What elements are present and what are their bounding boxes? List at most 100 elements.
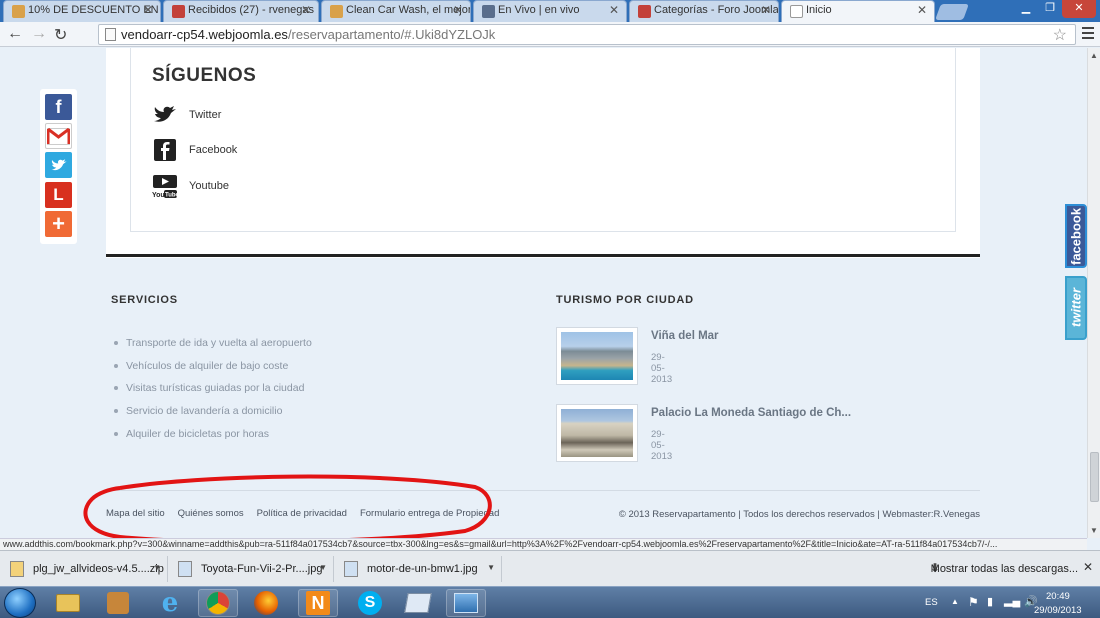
city-thumbnail[interactable] bbox=[556, 404, 638, 462]
media-player-icon[interactable] bbox=[98, 589, 138, 617]
browser-tab[interactable]: Clean Car Wash, el mejor ✕ bbox=[321, 0, 471, 22]
address-bar[interactable]: vendoarr-cp54.webjoomla.es/reservapartam… bbox=[98, 24, 1076, 45]
browser-tab[interactable]: En Vivo | en vivo ✕ bbox=[473, 0, 627, 22]
close-shelf-icon[interactable]: ✕ bbox=[1083, 560, 1093, 574]
svg-text:Tube: Tube bbox=[165, 193, 178, 199]
tab-close-icon[interactable]: ✕ bbox=[453, 3, 463, 17]
page-icon bbox=[105, 28, 116, 41]
facebook-side-tab[interactable]: facebook bbox=[1065, 204, 1087, 268]
chrome-icon[interactable] bbox=[198, 589, 238, 617]
back-arrow-icon[interactable]: ← bbox=[7, 25, 23, 43]
zip-file-icon bbox=[10, 561, 24, 577]
tab-title: En Vivo | en vivo bbox=[498, 4, 580, 16]
show-all-downloads-link[interactable]: Mostrar todas las descargas... bbox=[931, 563, 1078, 575]
tab-favicon-icon bbox=[482, 5, 495, 18]
tab-close-icon[interactable]: ✕ bbox=[761, 3, 771, 17]
tray-chevron-icon[interactable]: ▲ bbox=[951, 597, 959, 606]
servicio-link[interactable]: Servicio de lavandería a domicilio bbox=[114, 400, 312, 423]
network-icon[interactable]: ▮ bbox=[987, 595, 993, 608]
bookmark-star-icon[interactable]: ☆ bbox=[1053, 25, 1067, 45]
browser-tab[interactable]: Categorías - Foro Joomla! ✕ bbox=[629, 0, 779, 22]
menu-icon[interactable] bbox=[1082, 27, 1094, 42]
reload-icon[interactable]: ↻ bbox=[54, 25, 67, 45]
windows-taskbar: e N S ES ▲ ⚑ ▮ ▂▄ 🔊 20:49 29/09/2013 bbox=[0, 586, 1100, 618]
forward-arrow-icon[interactable]: → bbox=[31, 25, 47, 43]
bullet-icon bbox=[114, 386, 118, 391]
downloads-shelf: plg_jw_allvideos-v4.5....zip ▼ Toyota-Fu… bbox=[0, 550, 1100, 586]
minimize-button[interactable]: ▁ bbox=[1014, 0, 1038, 18]
page-scrollbar[interactable]: ▲ ▼ bbox=[1087, 48, 1100, 538]
city-thumbnail[interactable] bbox=[556, 327, 638, 385]
social-youtube-link[interactable]: You Tube Youtube bbox=[152, 174, 229, 198]
browser-tab[interactable]: 10% DE DESCUENTO EN T ✕ bbox=[3, 0, 161, 22]
tab-close-icon[interactable]: ✕ bbox=[609, 3, 619, 17]
firefox-icon[interactable] bbox=[246, 589, 286, 617]
tab-page-icon bbox=[790, 5, 803, 18]
footer-copyright: © 2013 Reservapartamento | Todos los der… bbox=[618, 509, 980, 520]
servicio-link[interactable]: Visitas turísticas guiadas por la ciudad bbox=[114, 377, 312, 400]
red-annotation-ellipse bbox=[83, 474, 492, 538]
chevron-down-icon[interactable]: ▼ bbox=[153, 563, 161, 572]
city-name[interactable]: Palacio La Moneda Santiago de Ch... bbox=[651, 407, 851, 419]
servicio-link[interactable]: Vehículos de alquiler de bajo coste bbox=[114, 355, 312, 378]
social-label: Youtube bbox=[189, 180, 229, 192]
tab-close-icon[interactable]: ✕ bbox=[917, 3, 927, 17]
share-sidebar: f L + bbox=[40, 89, 77, 244]
download-item[interactable]: motor-de-un-bmw1.jpg ▼ bbox=[334, 556, 502, 582]
tab-close-icon[interactable]: ✕ bbox=[301, 3, 311, 17]
social-label: Twitter bbox=[189, 109, 222, 121]
facebook-share-icon[interactable]: f bbox=[45, 94, 72, 120]
bullet-icon bbox=[114, 341, 118, 346]
chevron-down-icon[interactable]: ▼ bbox=[319, 563, 327, 572]
browser-tab[interactable]: Recibidos (27) - rvenegas ✕ bbox=[163, 0, 319, 22]
download-item[interactable]: Toyota-Fun-Vii-2-Pr....jpg ▼ bbox=[168, 556, 334, 582]
tab-favicon-icon bbox=[330, 5, 343, 18]
url-text: vendoarr-cp54.webjoomla.es/reservapartam… bbox=[121, 27, 496, 42]
restore-button[interactable]: ❐ bbox=[1038, 0, 1062, 18]
city-name[interactable]: Viña del Mar bbox=[651, 330, 719, 342]
start-button[interactable] bbox=[4, 588, 36, 618]
paint-icon[interactable] bbox=[398, 589, 438, 617]
twitter-side-tab[interactable]: twitter bbox=[1065, 276, 1087, 340]
download-item[interactable]: plg_jw_allvideos-v4.5....zip ▼ bbox=[0, 556, 168, 582]
explorer-icon[interactable] bbox=[48, 589, 88, 617]
scroll-down-icon[interactable]: ▼ bbox=[1090, 526, 1098, 535]
n-app-icon[interactable]: N bbox=[298, 589, 338, 617]
scroll-up-icon[interactable]: ▲ bbox=[1090, 51, 1098, 60]
facebook-icon bbox=[152, 138, 178, 162]
tab-close-icon[interactable]: ✕ bbox=[143, 3, 153, 17]
browser-tab-active[interactable]: Inicio ✕ bbox=[781, 0, 935, 22]
tab-favicon-icon bbox=[638, 5, 651, 18]
bullet-icon bbox=[114, 363, 118, 368]
social-label: Facebook bbox=[189, 144, 238, 156]
gmail-share-icon[interactable] bbox=[45, 123, 72, 149]
scroll-thumb[interactable] bbox=[1090, 452, 1099, 502]
vina-del-mar-image bbox=[561, 332, 633, 380]
twitter-share-icon[interactable] bbox=[45, 152, 72, 178]
social-facebook-link[interactable]: Facebook bbox=[152, 138, 237, 162]
clock-time[interactable]: 20:49 bbox=[1046, 591, 1070, 602]
tab-favicon-icon bbox=[172, 5, 185, 18]
servicio-link[interactable]: Transporte de ida y vuelta al aeropuerto bbox=[114, 332, 312, 355]
social-twitter-link[interactable]: Twitter bbox=[152, 103, 221, 127]
l-share-icon[interactable]: L bbox=[45, 182, 72, 208]
chevron-down-icon[interactable]: ▼ bbox=[487, 563, 495, 572]
page-viewport: SÍGUENOS Twitter Facebook You Tube Youtub… bbox=[0, 48, 1087, 538]
tab-title: Inicio bbox=[806, 4, 832, 16]
close-window-button[interactable]: ✕ bbox=[1062, 0, 1096, 18]
flag-icon[interactable]: ⚑ bbox=[968, 595, 979, 609]
skype-icon[interactable]: S bbox=[350, 589, 390, 617]
signal-icon[interactable]: ▂▄ bbox=[1004, 594, 1020, 607]
tab-title: 10% DE DESCUENTO EN T bbox=[28, 4, 161, 16]
internet-explorer-icon[interactable]: e bbox=[150, 588, 190, 618]
language-indicator[interactable]: ES bbox=[925, 597, 938, 608]
clock-date[interactable]: 29/09/2013 bbox=[1034, 605, 1082, 616]
tab-strip: 10% DE DESCUENTO EN T ✕ Recibidos (27) -… bbox=[0, 0, 1100, 22]
new-tab-button[interactable] bbox=[935, 4, 969, 20]
image-viewer-icon[interactable] bbox=[446, 589, 486, 617]
more-share-icon[interactable]: + bbox=[45, 211, 72, 237]
bullet-icon bbox=[114, 431, 118, 436]
twitter-bird-icon bbox=[152, 103, 178, 127]
servicio-link[interactable]: Alquiler de bicicletas por horas bbox=[114, 422, 312, 445]
palacio-la-moneda-image bbox=[561, 409, 633, 457]
